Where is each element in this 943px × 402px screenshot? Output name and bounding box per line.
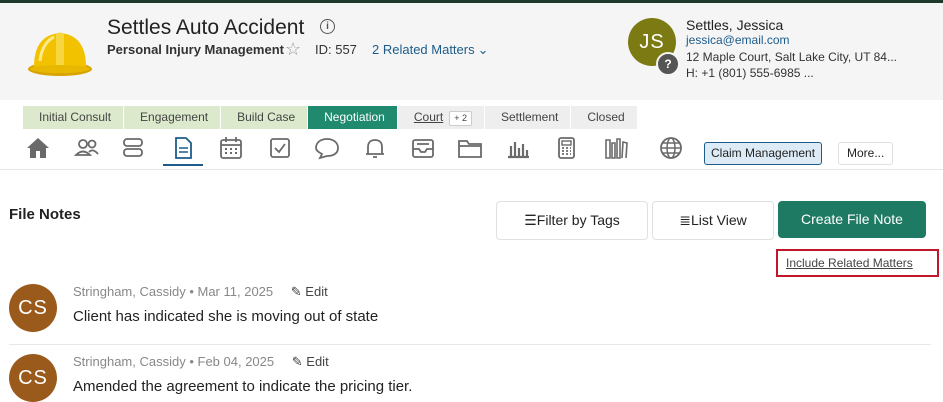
notes-icon[interactable] — [163, 136, 203, 166]
note-meta: Stringham, Cassidy • Mar 11, 2025 ✎ Edit — [73, 284, 328, 299]
note-meta: Stringham, Cassidy • Feb 04, 2025 ✎ Edit — [73, 354, 329, 369]
chart-icon[interactable] — [505, 136, 535, 164]
nav-divider — [0, 169, 943, 170]
stage-court-badge: + 2 — [449, 111, 472, 126]
client-address: 12 Maple Court, Salt Lake City, UT 84... — [686, 50, 897, 64]
avatar: CS — [9, 284, 57, 332]
edit-button[interactable]: ✎ Edit — [291, 284, 328, 299]
hard-hat-logo-icon — [28, 32, 92, 76]
bell-icon[interactable] — [362, 136, 392, 164]
calculator-icon[interactable] — [553, 136, 583, 164]
contacts-icon[interactable] — [73, 136, 104, 164]
stage-court[interactable]: Court + 2 — [397, 106, 484, 129]
chevron-down-icon: ⌄ — [477, 42, 489, 57]
filter-by-tags-button[interactable]: ☰Filter by Tags — [496, 201, 648, 240]
note-text: Client has indicated she is moving out o… — [73, 308, 379, 325]
edit-button[interactable]: ✎ Edit — [292, 354, 329, 369]
stage-initial-consult[interactable]: Initial Consult — [23, 106, 124, 129]
note-text: Amended the agreement to indicate the pr… — [73, 378, 413, 395]
client-phone: H: +1 (801) 555-6985 ... — [686, 66, 814, 80]
filter-by-tags-label: Filter by Tags — [536, 212, 620, 228]
related-matters-dropdown[interactable]: 2 Related Matters ⌄ — [372, 42, 489, 58]
globe-icon[interactable] — [658, 136, 688, 164]
pencil-icon: ✎ — [291, 354, 303, 369]
note-author: Stringham, Cassidy — [73, 284, 186, 299]
related-matters-label: 2 Related Matters — [372, 42, 475, 57]
folder-icon[interactable] — [457, 136, 487, 164]
stage-bar: Initial Consult Engagement Build Case Ne… — [23, 106, 638, 129]
stage-court-label: Court — [413, 110, 444, 124]
star-icon[interactable]: ☆ — [285, 39, 301, 60]
create-file-note-button[interactable]: Create File Note — [778, 201, 926, 238]
practice-area: Personal Injury Management — [107, 42, 284, 57]
stage-settlement[interactable]: Settlement — [484, 106, 571, 129]
matter-header: Settles Auto Accident i Personal Injury … — [0, 3, 943, 100]
avatar: CS — [9, 354, 57, 402]
chat-icon[interactable] — [314, 136, 344, 164]
note-date: Mar 11, 2025 — [197, 284, 274, 299]
matter-id: ID: 557 — [315, 42, 357, 57]
client-name[interactable]: Settles, Jessica — [686, 17, 783, 33]
tasks-icon[interactable] — [267, 136, 297, 164]
stage-build-case[interactable]: Build Case — [221, 106, 308, 129]
claim-management-button[interactable]: Claim Management — [704, 142, 823, 165]
list-view-button[interactable]: ≣List View — [652, 201, 774, 240]
stage-closed[interactable]: Closed — [571, 106, 637, 129]
info-icon[interactable]: i — [320, 19, 335, 34]
stage-engagement[interactable]: Engagement — [124, 106, 221, 129]
edit-label: Edit — [306, 354, 329, 369]
page-title: File Notes — [9, 206, 81, 223]
list-view-label: List View — [690, 212, 747, 228]
matter-title: Settles Auto Accident — [107, 16, 305, 39]
question-icon: ? — [656, 52, 680, 76]
include-related-matters-link[interactable]: Include Related Matters — [786, 256, 913, 270]
note-author: Stringham, Cassidy — [73, 354, 186, 369]
filter-icon: ☰ — [524, 212, 537, 228]
note-date: Feb 04, 2025 — [197, 354, 275, 369]
client-email[interactable]: jessica@email.com — [686, 33, 790, 47]
home-icon[interactable] — [25, 136, 55, 164]
inbox-icon[interactable] — [410, 136, 440, 164]
more-button[interactable]: More... — [838, 142, 894, 165]
pencil-icon: ✎ — [290, 284, 302, 299]
edit-label: Edit — [305, 284, 328, 299]
calendar-icon[interactable] — [218, 136, 248, 164]
divider — [9, 344, 931, 345]
stack-icon[interactable] — [120, 136, 150, 164]
stage-negotiation[interactable]: Negotiation — [308, 106, 397, 129]
library-icon[interactable] — [603, 136, 633, 164]
list-icon: ≣ — [679, 212, 691, 228]
